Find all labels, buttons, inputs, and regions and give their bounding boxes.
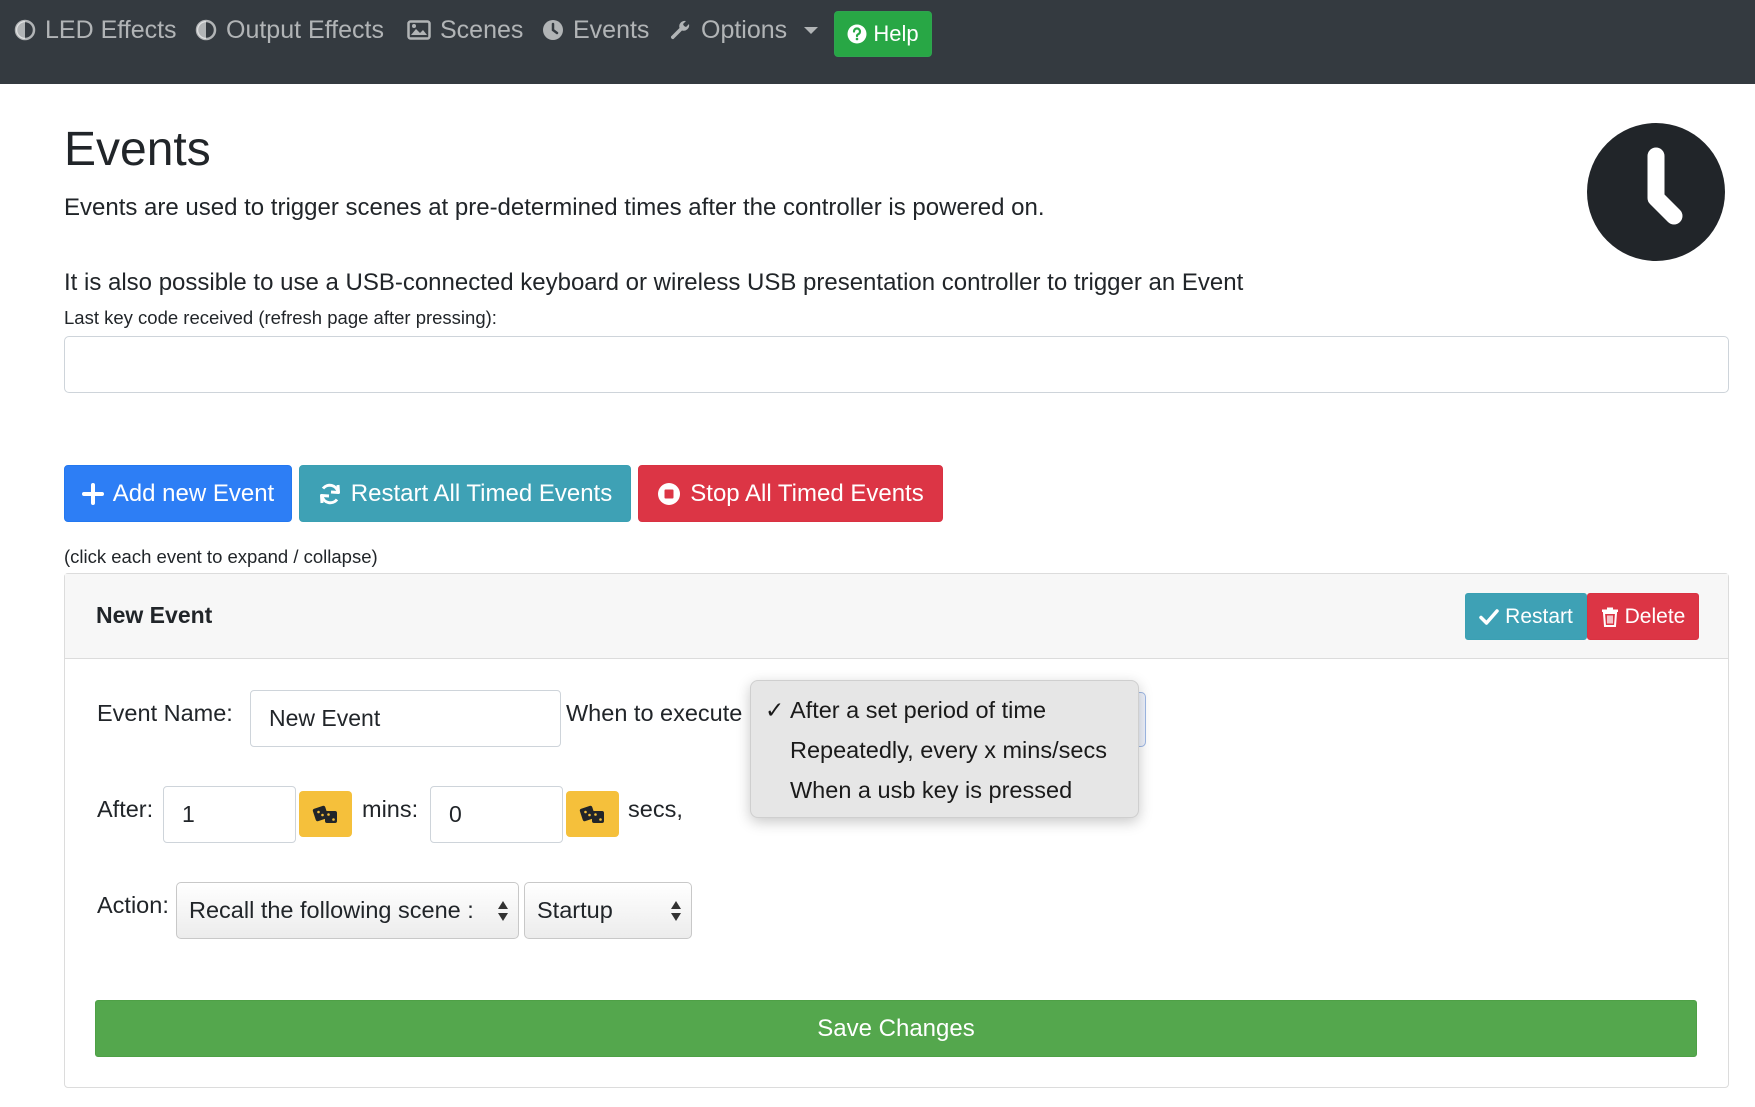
nav-scenes-label: Scenes	[440, 16, 524, 44]
dice-icon	[312, 805, 337, 823]
page-description: Events are used to trigger scenes at pre…	[64, 194, 1045, 221]
secs-input[interactable]: 0	[430, 786, 563, 843]
menu-option-label: After a set period of time	[790, 697, 1047, 723]
add-event-label: Add new Event	[112, 479, 275, 507]
nav-events-label: Events	[573, 16, 650, 44]
event-restart-button[interactable]: Restart	[1465, 593, 1587, 640]
nav-output-effects[interactable]: Output Effects	[195, 14, 384, 46]
random-secs-button[interactable]	[566, 791, 619, 837]
when-to-execute-menu: ✓ After a set period of time Repeatedly,…	[750, 680, 1139, 818]
menu-option-after-set-period[interactable]: ✓ After a set period of time	[751, 691, 1138, 729]
action-select[interactable]: Recall the following scene :	[176, 882, 519, 939]
clock-icon	[1587, 123, 1725, 261]
scene-select[interactable]: Startup	[524, 882, 692, 939]
restart-all-label: Restart All Timed Events	[350, 479, 613, 507]
chevron-down-icon	[804, 26, 819, 34]
menu-option-repeatedly[interactable]: Repeatedly, every x mins/secs	[751, 731, 1138, 769]
after-label: After:	[97, 796, 154, 822]
scene-select-value: Startup	[537, 897, 613, 923]
menu-option-label: Repeatedly, every x mins/secs	[790, 737, 1107, 763]
check-icon	[1479, 608, 1499, 625]
nav-led-effects-label: LED Effects	[45, 16, 177, 44]
action-select-value: Recall the following scene :	[189, 897, 474, 923]
question-circle-icon	[847, 24, 867, 44]
mins-input[interactable]: 1	[163, 786, 296, 843]
sync-icon	[319, 483, 340, 504]
stop-all-label: Stop All Timed Events	[690, 479, 924, 507]
image-icon	[407, 20, 431, 40]
nav-options-dropdown[interactable]: Options	[668, 14, 819, 46]
half-circle-icon	[14, 19, 36, 41]
check-icon: ✓	[765, 697, 785, 723]
event-restart-label: Restart	[1505, 604, 1573, 628]
menu-option-label: When a usb key is pressed	[790, 777, 1073, 803]
secs-label: secs,	[628, 796, 683, 822]
help-button[interactable]: Help	[834, 11, 932, 57]
nav-led-effects[interactable]: LED Effects	[14, 14, 177, 46]
help-label: Help	[873, 21, 919, 46]
random-mins-button[interactable]	[299, 791, 352, 837]
restart-all-button[interactable]: Restart All Timed Events	[299, 465, 631, 522]
half-circle-icon	[195, 19, 217, 41]
usb-note: It is also possible to use a USB-connect…	[64, 269, 1244, 296]
mins-label: mins:	[362, 796, 419, 822]
action-label: Action:	[97, 892, 169, 918]
when-to-execute-label: When to execute	[566, 700, 743, 726]
plus-icon	[81, 482, 104, 505]
page-title: Events	[64, 123, 211, 176]
stop-all-button[interactable]: Stop All Timed Events	[638, 465, 943, 522]
event-title: New Event	[96, 602, 213, 628]
trash-icon	[1601, 607, 1618, 627]
nav-output-effects-label: Output Effects	[226, 16, 384, 44]
menu-option-usb-key[interactable]: When a usb key is pressed	[751, 771, 1138, 809]
event-delete-label: Delete	[1624, 604, 1686, 628]
navbar: LED Effects Output Effects Scenes Events…	[0, 0, 1755, 84]
clock-icon	[543, 20, 563, 40]
expand-hint: (click each event to expand / collapse)	[64, 546, 378, 567]
event-delete-button[interactable]: Delete	[1587, 593, 1699, 640]
nav-scenes[interactable]: Scenes	[407, 14, 523, 46]
nav-events[interactable]: Events	[542, 14, 649, 46]
select-arrows-icon	[498, 899, 508, 923]
dice-icon	[579, 805, 604, 823]
event-name-label: Event Name:	[97, 700, 233, 726]
add-event-button[interactable]: Add new Event	[64, 465, 292, 522]
nav-options-label: Options	[701, 16, 788, 44]
save-changes-button[interactable]: Save Changes	[95, 1000, 1697, 1057]
select-arrows-icon	[671, 899, 681, 923]
save-changes-label: Save Changes	[817, 1014, 975, 1042]
event-card-header[interactable]: New Event Restart Delete	[65, 574, 1728, 659]
last-key-input[interactable]	[64, 336, 1729, 393]
wrench-icon	[670, 20, 690, 40]
event-name-input[interactable]: New Event	[250, 690, 561, 747]
stop-circle-icon	[658, 482, 681, 505]
last-key-label: Last key code received (refresh page aft…	[64, 307, 497, 328]
